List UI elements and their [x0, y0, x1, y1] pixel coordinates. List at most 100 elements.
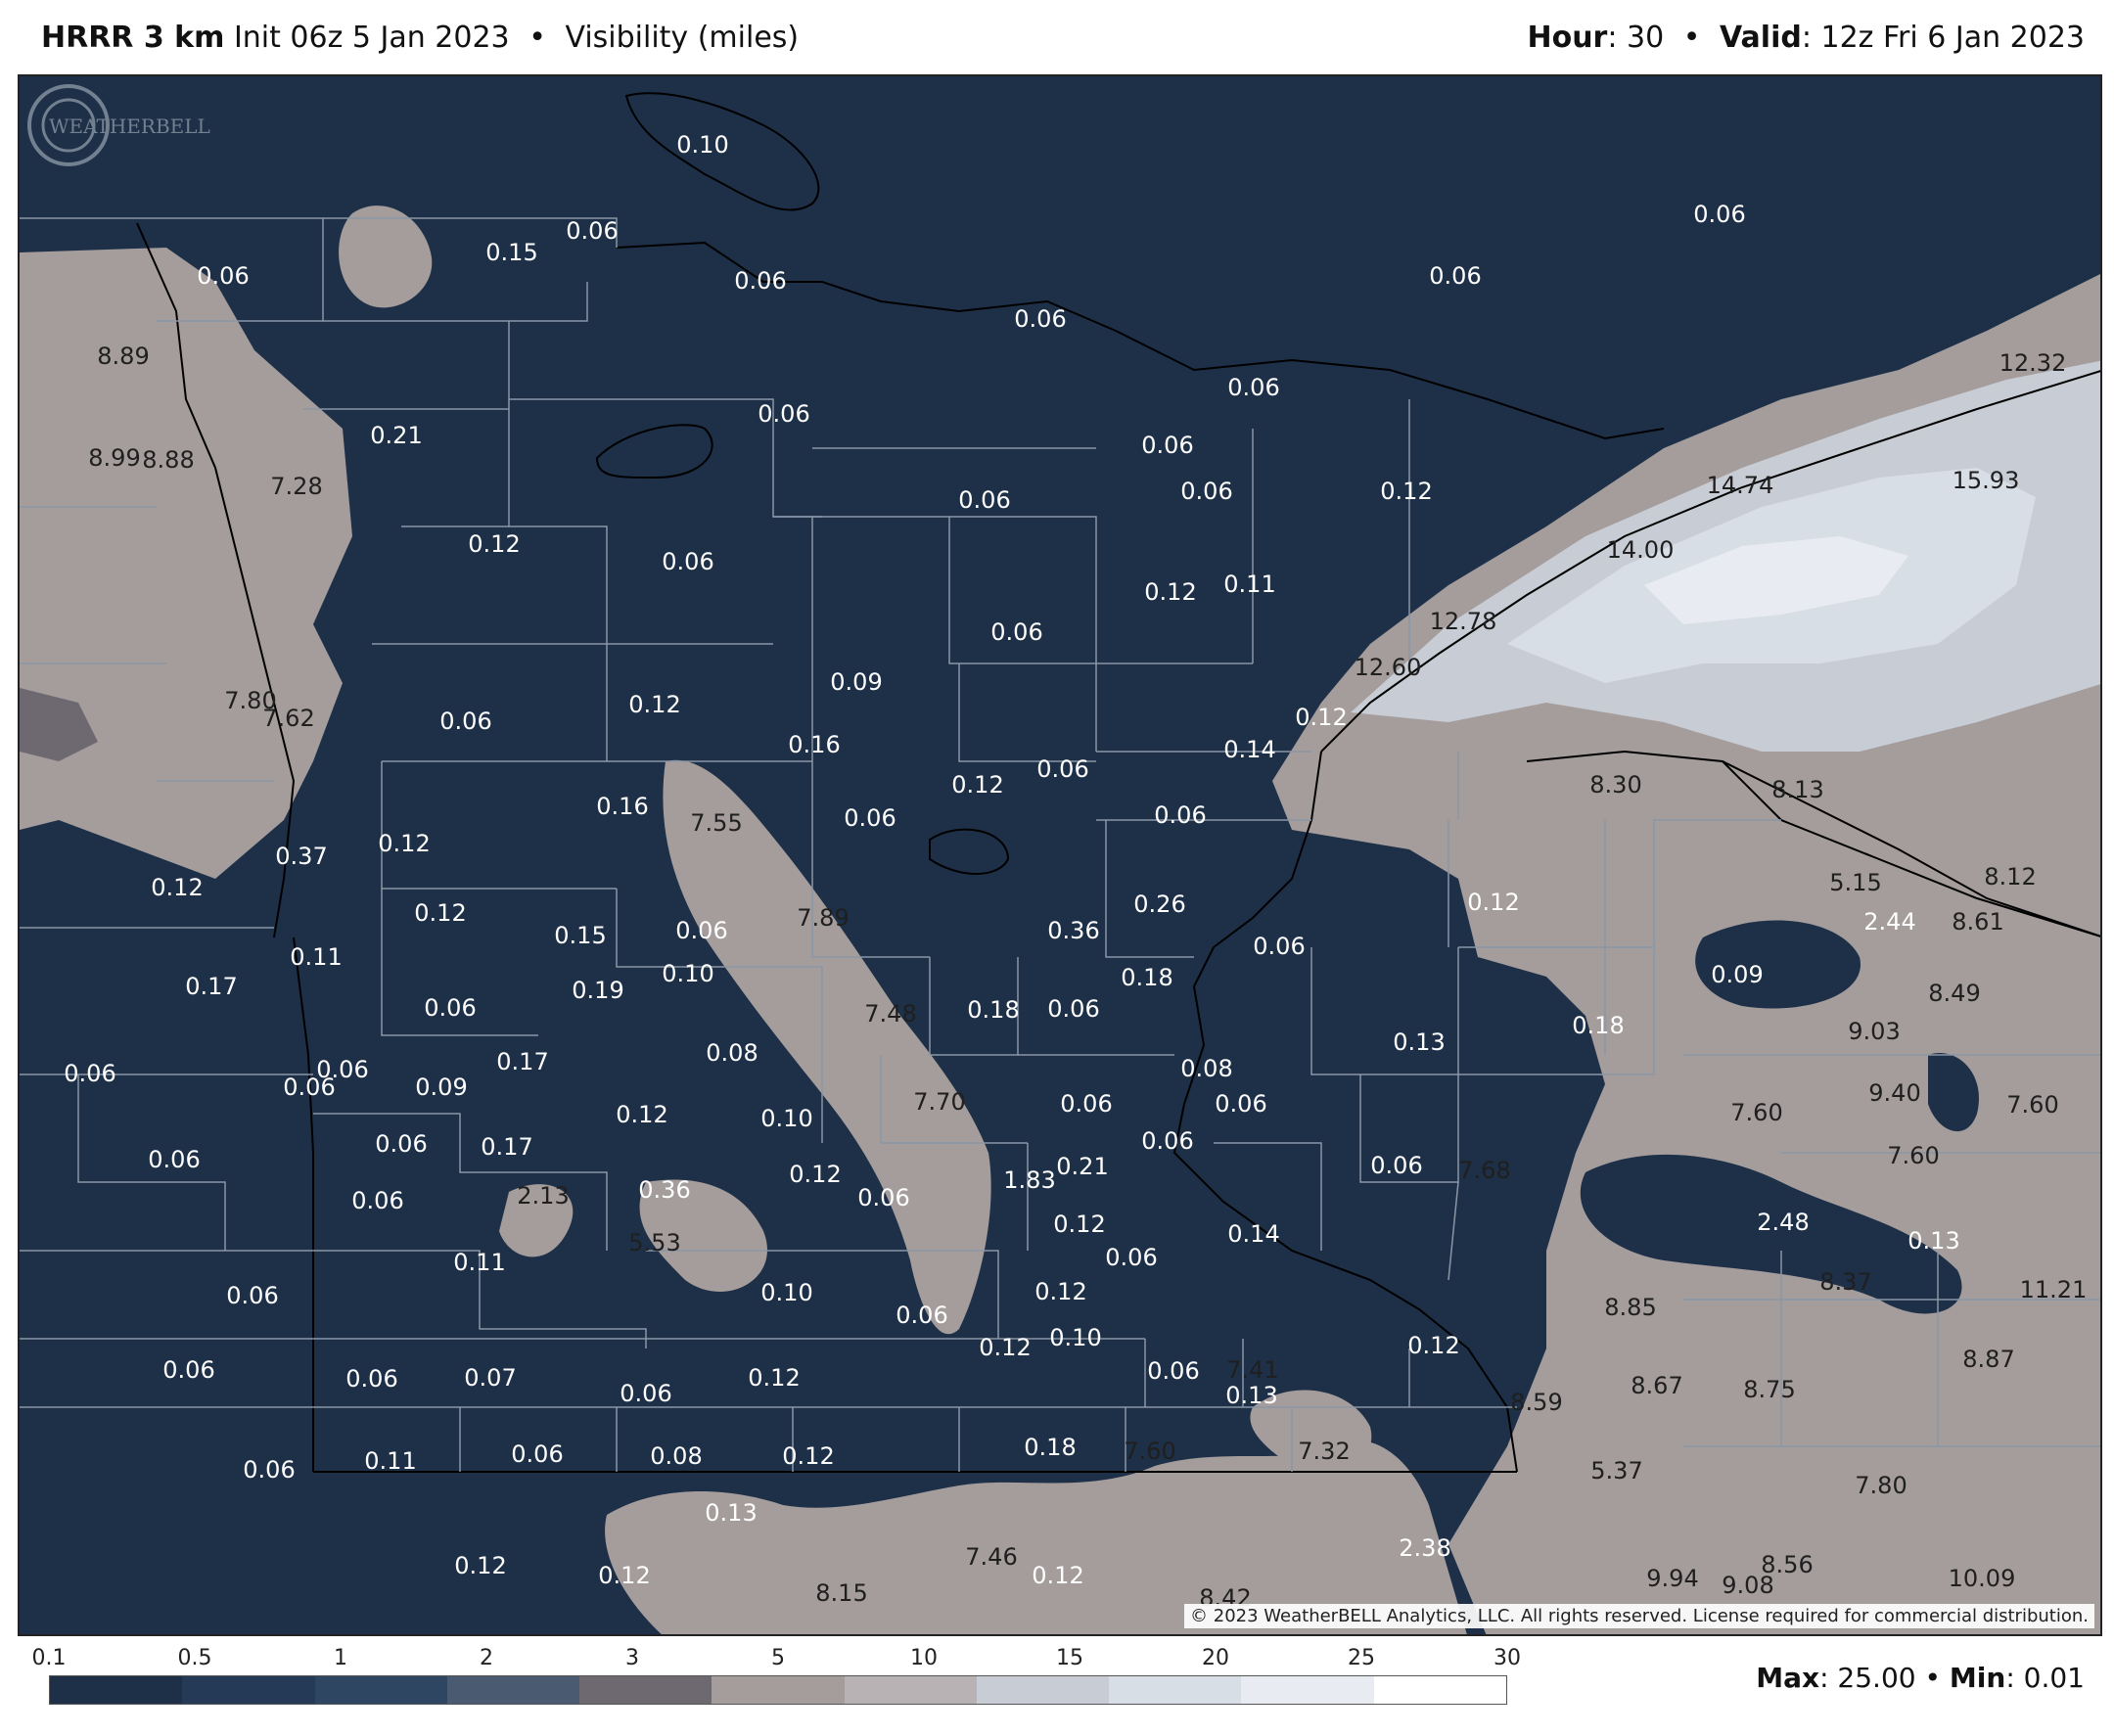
- station-value: 0.06: [734, 267, 787, 295]
- station-value: 0.09: [830, 668, 883, 696]
- station-value: 5.53: [628, 1229, 681, 1256]
- legend-tick-label: 15: [1056, 1646, 1083, 1670]
- min-label: Min: [1949, 1662, 2006, 1694]
- hour-value: : 30: [1607, 20, 1665, 55]
- station-value: 0.06: [439, 708, 492, 735]
- station-value: 0.06: [1147, 1357, 1200, 1385]
- station-value: 0.06: [1227, 374, 1280, 401]
- legend: 0.1 0.5 1 2 3 5 10 15 20 25 30: [32, 1646, 1521, 1705]
- station-value: 0.12: [951, 771, 1004, 799]
- station-value: 0.06: [375, 1130, 428, 1158]
- station-value: 0.19: [572, 977, 624, 1004]
- station-value: 0.06: [197, 262, 250, 290]
- station-value: 8.15: [815, 1579, 868, 1607]
- station-value: 0.12: [598, 1562, 651, 1589]
- station-value: 0.06: [1047, 995, 1100, 1023]
- legend-tick-label: 2: [480, 1646, 493, 1670]
- station-value: 0.06: [620, 1380, 672, 1407]
- station-value: 7.89: [797, 904, 850, 932]
- station-value: 0.11: [364, 1447, 417, 1475]
- station-value: 0.10: [662, 960, 714, 987]
- station-value: 0.12: [1053, 1211, 1106, 1238]
- legend-tick-label: 20: [1202, 1646, 1229, 1670]
- station-value: 0.06: [675, 917, 728, 944]
- station-value: 8.12: [1984, 863, 2037, 891]
- station-value: 0.12: [378, 830, 431, 857]
- station-value: 0.13: [1393, 1028, 1446, 1056]
- station-value: 0.10: [760, 1279, 813, 1306]
- station-value: 0.06: [345, 1365, 398, 1393]
- station-value: 0.11: [290, 943, 343, 971]
- station-value: 9.40: [1868, 1079, 1921, 1107]
- station-value: 0.06: [958, 486, 1011, 514]
- field-name: Visibility (miles): [565, 20, 800, 55]
- station-value: 0.12: [1407, 1332, 1460, 1359]
- station-value: 8.89: [97, 343, 150, 370]
- station-value: 0.06: [424, 994, 477, 1022]
- station-value: 0.17: [496, 1048, 549, 1075]
- station-value: 0.06: [1014, 305, 1067, 333]
- station-value: 15.93: [1952, 467, 2020, 494]
- station-value: 0.06: [1036, 755, 1089, 783]
- station-value: 0.06: [1154, 801, 1207, 829]
- station-value: 0.13: [705, 1499, 758, 1527]
- station-value: 0.06: [1141, 432, 1194, 459]
- station-value: 2.38: [1399, 1534, 1451, 1562]
- max-label: Max: [1756, 1662, 1820, 1694]
- station-value: 0.06: [844, 804, 896, 832]
- station-value: 0.11: [1223, 571, 1276, 598]
- station-value: 0.15: [485, 239, 538, 266]
- colorbar-segment: [446, 1676, 580, 1704]
- station-value: 7.60: [1124, 1438, 1176, 1465]
- station-value: 0.06: [283, 1074, 336, 1101]
- station-value: 7.70: [913, 1088, 966, 1116]
- station-value: 9.03: [1848, 1018, 1901, 1045]
- station-value: 0.21: [370, 422, 423, 449]
- station-value: 8.61: [1952, 908, 2004, 936]
- station-value: 8.37: [1819, 1268, 1872, 1296]
- valid-value: : 12z Fri 6 Jan 2023: [1801, 20, 2085, 55]
- weatherbell-logo: WEATHERBELL: [27, 84, 210, 166]
- station-value: 0.37: [275, 843, 328, 870]
- station-value: 0.06: [351, 1187, 404, 1214]
- station-value: 7.60: [2006, 1091, 2059, 1119]
- station-value: 0.06: [1253, 933, 1306, 960]
- max-min-stats: Max: 25.00 • Min: 0.01: [1756, 1662, 2085, 1694]
- station-value: 0.06: [226, 1282, 279, 1309]
- station-value: 9.94: [1646, 1565, 1699, 1592]
- station-value: 8.49: [1928, 980, 1981, 1007]
- station-value: 0.18: [1121, 964, 1173, 991]
- station-value: 14.00: [1606, 536, 1675, 564]
- station-value: 8.67: [1631, 1372, 1683, 1399]
- header-bullet-2: •: [1682, 20, 1701, 55]
- station-value: 0.12: [454, 1552, 507, 1579]
- station-value: 0.06: [857, 1184, 910, 1211]
- station-value: 2.13: [517, 1182, 570, 1210]
- station-value: 7.28: [270, 473, 323, 500]
- station-value: 0.06: [896, 1302, 948, 1329]
- station-value: 0.26: [1133, 891, 1186, 918]
- station-value: 0.08: [1180, 1055, 1233, 1082]
- station-value: 0.12: [628, 691, 681, 718]
- colorbar-segment: [1109, 1676, 1242, 1704]
- colorbar-segment: [1373, 1676, 1506, 1704]
- station-value: 0.18: [1024, 1434, 1077, 1461]
- station-value: 8.30: [1589, 771, 1642, 799]
- station-value: 0.13: [1225, 1382, 1278, 1409]
- hour-label: Hour: [1527, 20, 1608, 55]
- station-value: 5.15: [1829, 869, 1882, 896]
- station-value: 2.44: [1863, 908, 1916, 936]
- station-value: 0.06: [1429, 262, 1482, 290]
- station-value: 0.06: [1215, 1090, 1267, 1118]
- legend-tick-label: 0.1: [31, 1646, 67, 1670]
- station-value: 0.10: [760, 1105, 813, 1132]
- station-value: 0.06: [758, 400, 810, 428]
- station-value: 0.06: [1180, 478, 1233, 505]
- station-value: 7.60: [1887, 1142, 1940, 1169]
- station-value: 7.32: [1298, 1438, 1351, 1465]
- colorbar-segment: [182, 1676, 315, 1704]
- valid-label: Valid: [1719, 20, 1802, 55]
- legend-tick-label: 10: [910, 1646, 938, 1670]
- station-value: 5.37: [1590, 1457, 1643, 1485]
- stats-bullet: •: [1924, 1662, 1941, 1694]
